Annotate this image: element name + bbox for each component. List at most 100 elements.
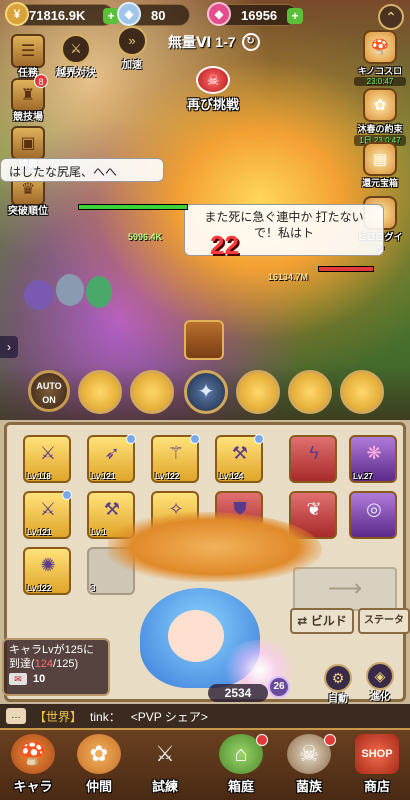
- add-ruby-button[interactable]: +: [287, 8, 303, 24]
- retry-label: 再び挑戦: [186, 97, 239, 112]
- equipment-slot[interactable]: ⚒ Lv.124: [215, 434, 264, 483]
- chat-bubble-icon: …: [6, 708, 26, 724]
- diamond-icon: ◆: [117, 2, 141, 26]
- nav-companion[interactable]: ✿ 仲間: [66, 732, 132, 800]
- nav-trial-label: 試練: [151, 779, 178, 794]
- mission-button[interactable]: ☰ 任務: [6, 34, 50, 79]
- flame-icon: ❋: [366, 443, 382, 463]
- mushroom-icon: 🍄: [11, 734, 55, 774]
- equipment-slot[interactable]: ➶ Lv.121: [87, 434, 136, 483]
- combat-power: 2534: [208, 684, 268, 702]
- speed-button[interactable]: » 加速: [110, 26, 154, 71]
- speech-bubble-left: はしたな尻尾、へへ: [0, 158, 164, 182]
- gem-counter[interactable]: ◆ 80: [117, 2, 190, 26]
- notification-dot: [256, 734, 268, 746]
- hero-level-badge: 26: [268, 676, 290, 698]
- resource-bar: ¥ 71816.9K + ◆ 80 ◆ 16956 + ⌃: [0, 2, 410, 30]
- evolve-icon: ◈: [366, 662, 394, 690]
- orb-icon: ✺: [40, 555, 56, 575]
- ticket-icon: ✉: [9, 673, 27, 685]
- wing-icon: ❦: [306, 499, 322, 519]
- damage-number: 22: [210, 230, 239, 260]
- expand-arrow-icon[interactable]: ›: [0, 336, 18, 358]
- skill-slot[interactable]: [130, 370, 174, 414]
- stage-label: 無量Ⅵ 1-7 ↻: [168, 32, 260, 52]
- ally-hp-bar: [78, 204, 188, 210]
- equipment-slot[interactable]: ⚚ Lv.122: [151, 434, 200, 483]
- versus-button[interactable]: ⚔ 越界対決: [54, 34, 98, 79]
- retry-icon: ☠: [196, 66, 230, 94]
- ally-character: [24, 280, 54, 310]
- ring-icon: ◎: [366, 499, 382, 519]
- equipment-level: Lv.1: [91, 528, 107, 537]
- nav-shop[interactable]: SHOP 商店: [344, 732, 410, 800]
- skill-slot-active[interactable]: ✦: [184, 370, 228, 414]
- equipment-slot[interactable]: ✺ Lv.122: [23, 547, 71, 595]
- treasure-chest[interactable]: [184, 320, 224, 360]
- chest-icon: ▤: [363, 142, 397, 176]
- upgrade-dot-icon: [126, 434, 136, 444]
- skill-slot[interactable]: [78, 370, 122, 414]
- equipment-slot[interactable]: ⚔ Lv.121: [23, 490, 72, 539]
- party-characters: [20, 262, 130, 332]
- return-chest-button[interactable]: ▤ 還元宝箱: [354, 142, 406, 189]
- equipment-level: Lv.118: [27, 472, 51, 481]
- auto-equip-button[interactable]: ⚙ 自動: [318, 664, 358, 705]
- upgrade-dot-icon: [190, 434, 200, 444]
- nav-character[interactable]: 🍄 キャラ: [0, 732, 66, 800]
- battle-scene: ¥ 71816.9K + ◆ 80 ◆ 16956 + ⌃ 無量Ⅵ 1-7 ↻ …: [0, 0, 410, 420]
- equipment-level: 3: [91, 584, 96, 593]
- enemy-hp-bar: [318, 266, 374, 272]
- upgrade-dot-icon: [254, 434, 264, 444]
- sword-icon: ⚔: [39, 443, 57, 463]
- side-equipment-slot[interactable]: ◎: [349, 491, 397, 539]
- spring-promise-label: 沐春の約束: [357, 124, 403, 134]
- equipment-slot[interactable]: ⚔ Lv.118: [23, 435, 71, 483]
- skill-slot[interactable]: [288, 370, 332, 414]
- chat-message: <PVP シェア>: [130, 709, 208, 724]
- scroll-icon: ☰: [11, 34, 45, 68]
- settings-gear-icon[interactable]: ⌃: [378, 4, 404, 30]
- nav-trial[interactable]: ⚔ 試練: [132, 732, 198, 800]
- mission-panel[interactable]: キャラLvが125に 到達(124/125) ✉ 10: [2, 638, 110, 696]
- side-equipment-slot[interactable]: ϟ: [289, 435, 337, 483]
- chat-bar[interactable]: … 【世界】 tink： <PVP シェア>: [0, 704, 410, 728]
- side-equipment-slot[interactable]: ❋ Lv.27: [349, 435, 397, 483]
- ruby-counter[interactable]: ◆ 16956 +: [207, 2, 303, 26]
- build-button[interactable]: ⇄ ビルド: [290, 608, 354, 634]
- gold-counter[interactable]: ¥ 71816.9K +: [5, 2, 119, 26]
- ally-character: [56, 274, 84, 306]
- refresh-icon[interactable]: ↻: [241, 33, 260, 51]
- nav-clan[interactable]: ☠ 菌族: [276, 732, 342, 800]
- skill-slot[interactable]: [236, 370, 280, 414]
- evolve-label: 進化: [370, 692, 390, 703]
- evolve-button[interactable]: ◈ 進化: [360, 662, 400, 703]
- nav-character-label: キャラ: [13, 779, 53, 794]
- staff-icon: ⚚: [167, 443, 185, 463]
- auto-toggle-button[interactable]: AUTO ON: [28, 370, 70, 412]
- ruby-icon: ◆: [207, 2, 231, 26]
- skill-slot[interactable]: [340, 370, 384, 414]
- nav-garden-label: 箱庭: [227, 779, 254, 794]
- status-button[interactable]: ステータス: [358, 608, 410, 634]
- arena-button[interactable]: ♜ 8 競技場: [6, 74, 50, 123]
- mushroom-slot-button[interactable]: 🍄 キノコスロ 23:0:47: [354, 30, 406, 86]
- hero-face: [168, 610, 224, 662]
- arena-label: 競技場: [13, 112, 43, 123]
- bow-icon: ➶: [104, 443, 120, 463]
- paw-icon: ✿: [77, 734, 121, 774]
- gold-value: 71816.9K: [29, 7, 86, 23]
- side-equipment-level: Lv.27: [353, 472, 373, 481]
- lightning-icon: ϟ: [309, 443, 319, 463]
- chat-channel: 【世界】: [34, 709, 83, 724]
- equipment-level: Lv.122: [155, 472, 180, 481]
- return-chest-label: 還元宝箱: [361, 178, 398, 188]
- nav-garden[interactable]: ⌂ 箱庭: [208, 732, 274, 800]
- spring-promise-button[interactable]: ✿ 沐春の約束 1日 23:0:47: [354, 88, 406, 146]
- stage-name: 無量Ⅵ 1-7: [168, 34, 236, 50]
- mission-text: キャラLvが125に: [9, 644, 94, 656]
- retry-button[interactable]: ☠ 再び挑戦: [178, 66, 248, 113]
- versus-label: 越界対決: [56, 68, 96, 79]
- mission-reward-amount: 10: [33, 673, 46, 685]
- arena-badge: 8: [34, 74, 48, 88]
